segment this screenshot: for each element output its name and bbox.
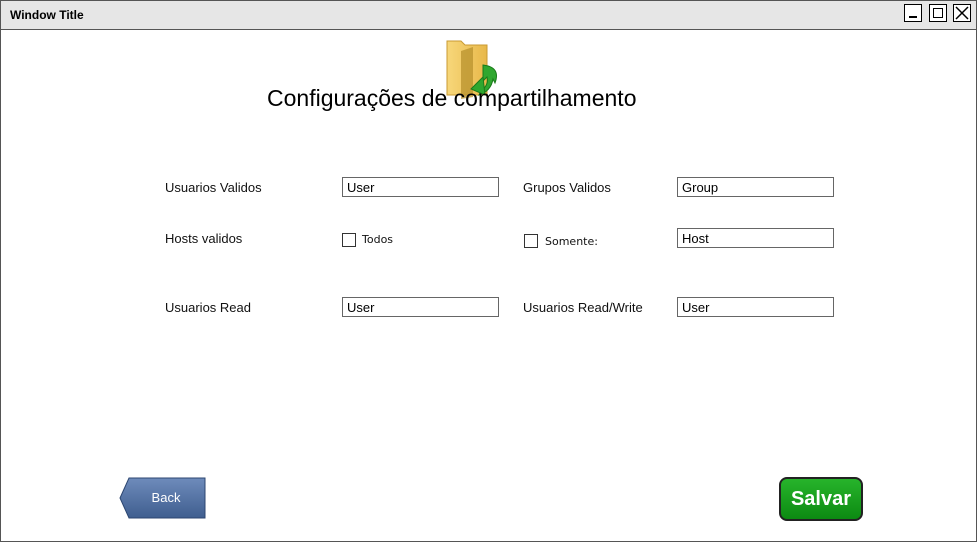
back-button-label: Back: [151, 490, 181, 505]
maximize-button[interactable]: [929, 4, 947, 22]
usuarios-validos-label: Usuarios Validos: [165, 180, 262, 195]
grupos-validos-label: Grupos Validos: [523, 180, 611, 195]
usuarios-read-write-label: Usuarios Read/Write: [523, 300, 643, 315]
grupos-validos-input[interactable]: [677, 177, 834, 197]
usuarios-read-input[interactable]: [342, 297, 499, 317]
close-icon: [955, 6, 969, 20]
app-window: Window Title Configurações de compartilh…: [0, 0, 977, 542]
page-title: Configurações de compartilhamento: [267, 85, 637, 111]
somente-checkbox[interactable]: [524, 234, 538, 248]
hosts-input[interactable]: [677, 228, 834, 248]
hosts-validos-label: Hosts validos: [165, 231, 243, 246]
minimize-button[interactable]: [904, 4, 922, 22]
title-bar: Window Title: [1, 1, 976, 30]
close-button[interactable]: [953, 4, 971, 22]
todos-checkbox[interactable]: [342, 233, 356, 247]
usuarios-read-write-input[interactable]: [677, 297, 834, 317]
usuarios-read-label: Usuarios Read: [165, 300, 251, 315]
usuarios-validos-input[interactable]: [342, 177, 499, 197]
save-button[interactable]: Salvar: [779, 477, 863, 521]
window-title: Window Title: [10, 8, 84, 22]
minimize-icon: [909, 16, 917, 18]
somente-label: Somente:: [545, 235, 598, 248]
todos-label: Todos: [362, 233, 394, 246]
maximize-icon: [933, 8, 943, 18]
